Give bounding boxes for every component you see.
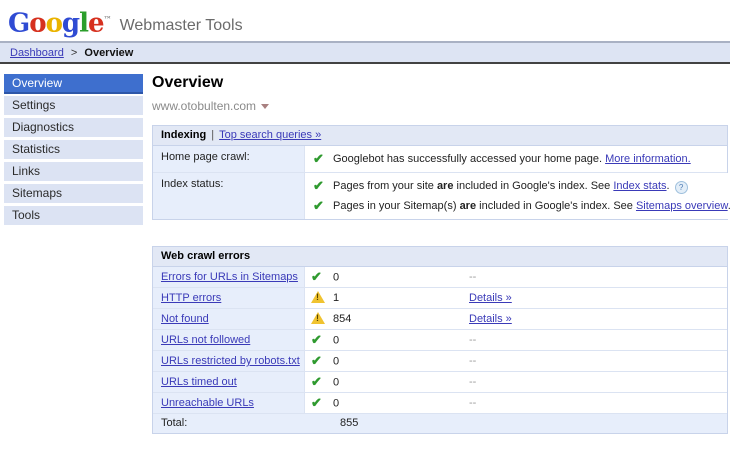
- crawl-error-row: URLs not followed ✔0 --: [153, 330, 727, 351]
- error-count: 0: [333, 355, 339, 367]
- breadcrumb-current: Overview: [84, 47, 133, 59]
- crawl-error-row: URLs restricted by robots.txt ✔0 --: [153, 351, 727, 372]
- sidebar-item-tools[interactable]: Tools: [4, 206, 143, 225]
- no-details-dash: --: [469, 271, 476, 283]
- check-icon: ✔: [311, 330, 331, 351]
- no-details-dash: --: [469, 376, 476, 388]
- breadcrumb: Dashboard > Overview: [0, 41, 730, 64]
- sitemaps-overview-link[interactable]: Sitemaps overview: [636, 200, 728, 212]
- site-selector[interactable]: www.otobulten.com: [152, 99, 728, 113]
- row-label: Home page crawl:: [153, 146, 305, 172]
- indexing-table-header: Indexing | Top search queries »: [153, 126, 727, 146]
- crawl-error-row: Not found 854 Details »: [153, 309, 727, 330]
- trademark-mark: ™: [104, 14, 112, 24]
- crawl-error-row: Unreachable URLs ✔0 --: [153, 393, 727, 414]
- crawl-error-row: HTTP errors 1 Details »: [153, 288, 727, 309]
- breadcrumb-separator: >: [71, 47, 77, 59]
- warning-icon: [311, 288, 331, 308]
- row-label: Index status:: [153, 173, 305, 219]
- errors-for-urls-in-sitemaps-link[interactable]: Errors for URLs in Sitemaps: [161, 271, 298, 283]
- total-row: Total: 855: [153, 414, 727, 433]
- crawl-errors-title: Web crawl errors: [161, 250, 250, 262]
- site-domain: www.otobulten.com: [152, 99, 256, 113]
- sidebar-item-diagnostics[interactable]: Diagnostics: [4, 118, 143, 137]
- warning-icon: [311, 309, 331, 329]
- content-area: Overview Settings Diagnostics Statistics…: [0, 74, 730, 460]
- no-details-dash: --: [469, 355, 476, 367]
- logo-letter: g: [62, 9, 79, 39]
- chevron-down-icon: [261, 104, 269, 109]
- details-link[interactable]: Details »: [469, 313, 512, 325]
- check-icon: ✔: [311, 351, 331, 372]
- web-crawl-errors-table: Web crawl errors Errors for URLs in Site…: [152, 246, 728, 434]
- sidebar-nav: Overview Settings Diagnostics Statistics…: [4, 74, 143, 460]
- home-page-crawl-row: Home page crawl: ✔Googlebot has successf…: [153, 146, 727, 173]
- error-count: 0: [333, 334, 339, 346]
- status-text: Pages from your site: [333, 180, 437, 192]
- status-text: Pages in your Sitemap(s): [333, 200, 460, 212]
- details-link[interactable]: Details »: [469, 292, 512, 304]
- index-status-row: Index status: ✔Pages from your site are …: [153, 173, 727, 219]
- sidebar-item-sitemaps[interactable]: Sitemaps: [4, 184, 143, 203]
- sidebar-item-overview[interactable]: Overview: [4, 74, 143, 94]
- error-count: 0: [333, 376, 339, 388]
- error-count: 0: [333, 397, 339, 409]
- crawl-error-row: Errors for URLs in Sitemaps ✔0 --: [153, 267, 727, 288]
- sidebar-item-links[interactable]: Links: [4, 162, 143, 181]
- http-errors-link[interactable]: HTTP errors: [161, 292, 221, 304]
- logo-letter: l: [79, 9, 88, 39]
- google-logo: Google™: [8, 5, 112, 38]
- status-text: Googlebot has successfully accessed your…: [333, 153, 605, 165]
- header-divider: |: [211, 129, 214, 141]
- check-icon: ✔: [311, 267, 331, 288]
- no-details-dash: --: [469, 397, 476, 409]
- page-title: Overview: [152, 74, 728, 92]
- error-count: 0: [333, 271, 339, 283]
- no-details-dash: --: [469, 334, 476, 346]
- app-header: Google™ Webmaster Tools: [0, 0, 730, 37]
- not-found-link[interactable]: Not found: [161, 313, 209, 325]
- sidebar-item-statistics[interactable]: Statistics: [4, 140, 143, 159]
- urls-restricted-by-robots-link[interactable]: URLs restricted by robots.txt: [161, 355, 300, 367]
- top-search-queries-link[interactable]: Top search queries »: [219, 129, 321, 141]
- total-value: 855: [312, 414, 358, 433]
- indexing-title: Indexing: [161, 129, 206, 141]
- error-count: 1: [333, 292, 339, 304]
- sidebar-item-settings[interactable]: Settings: [4, 96, 143, 115]
- crawl-error-row: URLs timed out ✔0 --: [153, 372, 727, 393]
- crawl-errors-header: Web crawl errors: [153, 247, 727, 267]
- urls-timed-out-link[interactable]: URLs timed out: [161, 376, 237, 388]
- app-title: Webmaster Tools: [120, 14, 243, 38]
- breadcrumb-dashboard-link[interactable]: Dashboard: [10, 47, 64, 59]
- logo-letter: o: [29, 9, 45, 39]
- indexing-table: Indexing | Top search queries » Home page …: [152, 125, 728, 220]
- total-label: Total:: [153, 414, 312, 433]
- check-icon: ✔: [313, 151, 333, 167]
- unreachable-urls-link[interactable]: Unreachable URLs: [161, 397, 254, 409]
- logo-letter: e: [88, 9, 104, 39]
- urls-not-followed-link[interactable]: URLs not followed: [161, 334, 250, 346]
- check-icon: ✔: [313, 178, 333, 194]
- check-icon: ✔: [311, 393, 331, 414]
- main-panel: Overview www.otobulten.com Indexing | Top …: [152, 74, 728, 460]
- index-stats-link[interactable]: Index stats: [613, 180, 666, 192]
- logo-letter: o: [46, 9, 62, 39]
- more-information-link[interactable]: More information.: [605, 153, 691, 165]
- logo-letter: G: [8, 9, 29, 39]
- error-count: 854: [333, 313, 351, 325]
- help-icon[interactable]: ?: [675, 181, 688, 194]
- check-icon: ✔: [311, 372, 331, 393]
- check-icon: ✔: [313, 198, 333, 214]
